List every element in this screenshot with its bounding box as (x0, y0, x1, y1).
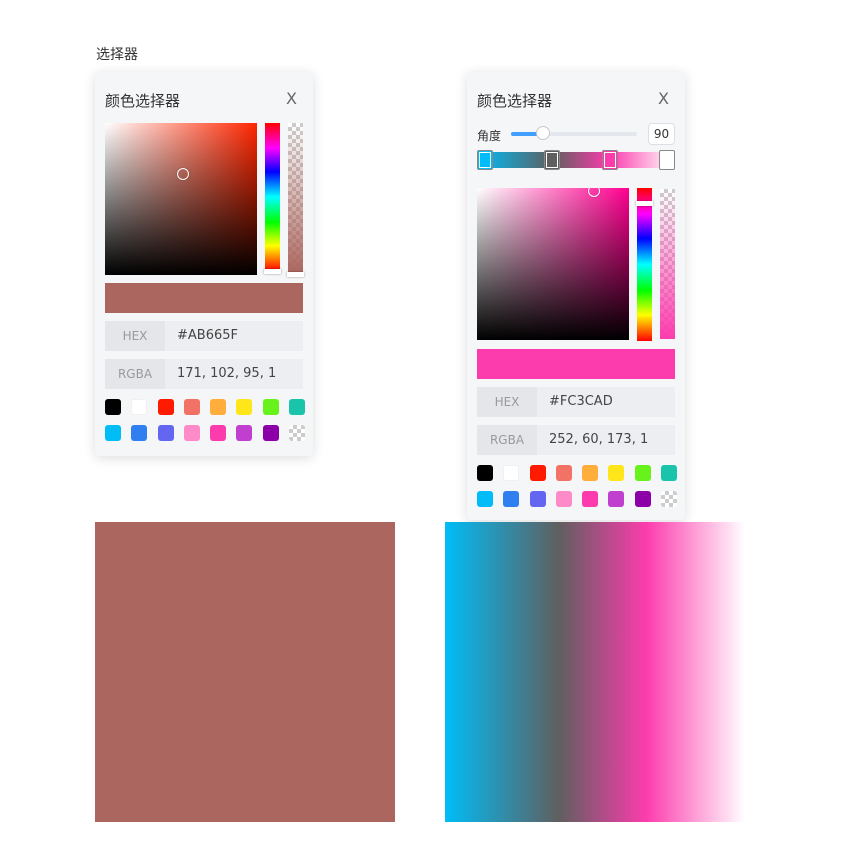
hue-slider-thumb[interactable] (636, 201, 653, 206)
color-swatch[interactable] (288, 399, 305, 415)
color-swatch[interactable] (262, 425, 279, 441)
color-swatch[interactable] (477, 491, 493, 507)
hex-label: HEX (105, 321, 165, 351)
hex-field: HEX #AB665F (105, 321, 303, 351)
color-swatch[interactable] (131, 425, 148, 441)
color-preview (477, 349, 675, 379)
color-swatch[interactable] (529, 491, 546, 507)
color-preview (105, 283, 303, 313)
gradient-bar[interactable] (477, 150, 675, 170)
saturation-value-panel[interactable] (477, 188, 629, 340)
alpha-slider[interactable] (660, 189, 675, 339)
color-swatch[interactable] (555, 491, 572, 507)
color-swatch[interactable] (529, 465, 546, 481)
rgba-label: RGBA (477, 425, 537, 455)
rgba-input[interactable]: 252, 60, 173, 1 (537, 425, 675, 455)
hex-input[interactable]: #AB665F (165, 321, 303, 351)
preset-swatches (105, 399, 305, 451)
color-swatch[interactable] (236, 399, 253, 415)
color-swatch[interactable] (555, 465, 572, 481)
color-swatch[interactable] (157, 399, 174, 415)
color-swatch[interactable] (183, 399, 200, 415)
saturation-value-panel[interactable] (105, 123, 257, 275)
color-swatch[interactable] (210, 425, 227, 441)
hue-slider-thumb[interactable] (264, 269, 281, 274)
picker-title: 颜色选择器 (477, 92, 553, 110)
color-swatch[interactable] (634, 465, 651, 481)
color-picker-panel-solid: 颜色选择器 X HEX #AB665F RGBA 171, 102, 95, 1 (95, 72, 313, 456)
gradient-stop-handle[interactable] (659, 150, 675, 170)
alpha-slider[interactable] (287, 123, 304, 277)
color-swatch[interactable] (131, 399, 148, 415)
saturation-cursor[interactable] (177, 168, 189, 180)
swatch-transparent[interactable] (288, 425, 305, 441)
hex-field: HEX #FC3CAD (477, 387, 675, 417)
color-swatch[interactable] (210, 399, 227, 415)
gradient-stop-handle[interactable] (544, 150, 561, 170)
angle-slider[interactable] (511, 126, 637, 140)
color-swatch[interactable] (503, 491, 520, 507)
hue-slider[interactable] (636, 188, 653, 341)
angle-slider-thumb[interactable] (535, 126, 550, 140)
swatch-transparent[interactable] (660, 491, 677, 507)
color-swatch[interactable] (582, 465, 599, 481)
solid-color-output (95, 522, 395, 822)
angle-input[interactable]: 90 (648, 123, 675, 145)
color-swatch[interactable] (608, 491, 625, 507)
color-swatch[interactable] (183, 425, 200, 441)
color-swatch[interactable] (262, 399, 279, 415)
rgba-input[interactable]: 171, 102, 95, 1 (165, 359, 303, 389)
color-swatch[interactable] (503, 465, 520, 481)
color-swatch[interactable] (157, 425, 174, 441)
color-swatch[interactable] (660, 465, 677, 481)
hex-input[interactable]: #FC3CAD (537, 387, 675, 417)
color-swatch[interactable] (477, 465, 493, 481)
color-swatch[interactable] (582, 491, 599, 507)
color-picker-panel-gradient: 颜色选择器 X 角度 90 HEX #FC3CAD RGBA 252, 60, … (467, 72, 685, 520)
gradient-stop-handle[interactable] (477, 150, 493, 170)
page-label: 选择器 (96, 47, 138, 63)
alpha-slider-thumb[interactable] (287, 272, 304, 277)
hue-slider[interactable] (264, 123, 281, 274)
rgba-label: RGBA (105, 359, 165, 389)
color-swatch[interactable] (608, 465, 625, 481)
rgba-field: RGBA 252, 60, 173, 1 (477, 425, 675, 455)
gradient-stop-handle[interactable] (601, 150, 618, 170)
color-swatch[interactable] (236, 425, 253, 441)
color-swatch[interactable] (634, 491, 651, 507)
picker-title: 颜色选择器 (105, 92, 181, 110)
preset-swatches (477, 465, 677, 517)
color-swatch[interactable] (105, 425, 121, 441)
hex-label: HEX (477, 387, 537, 417)
rgba-field: RGBA 171, 102, 95, 1 (105, 359, 303, 389)
close-button[interactable]: X (658, 90, 669, 108)
gradient-color-output (445, 522, 745, 822)
close-button[interactable]: X (286, 90, 297, 108)
angle-label: 角度 (477, 129, 502, 143)
color-swatch[interactable] (105, 399, 121, 415)
